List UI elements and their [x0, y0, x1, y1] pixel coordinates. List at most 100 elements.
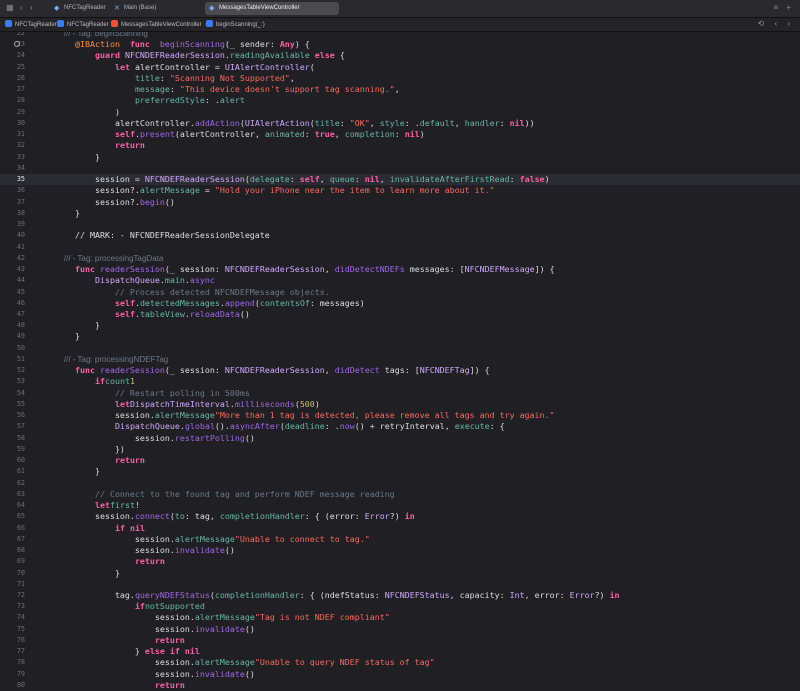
- code-line[interactable]: 42 /// - Tag: processingTagData: [0, 253, 800, 264]
- tab-messagestableviewcontroller[interactable]: ◆ MessagesTableViewController: [205, 2, 339, 15]
- sidebar-toggle-icon[interactable]: ▦: [6, 3, 14, 12]
- back-chevron-icon[interactable]: ‹: [20, 3, 23, 12]
- tab-main-base-[interactable]: ✕ Main (Base): [110, 2, 216, 15]
- code-line[interactable]: 53 ifcount1: [0, 376, 800, 387]
- line-number: 65: [16, 512, 25, 521]
- code-line[interactable]: 34: [0, 163, 800, 174]
- code-line[interactable]: 44 DispatchQueue.main.async: [0, 275, 800, 286]
- line-number: 67: [16, 534, 25, 543]
- code-line[interactable]: 65 session.connect(to: tag, completionHa…: [0, 511, 800, 522]
- code-line[interactable]: 27 message: "This device doesn't support…: [0, 84, 800, 95]
- line-number: 44: [16, 276, 25, 285]
- code-line[interactable]: 73 ifnotSupported: [0, 601, 800, 612]
- code-line[interactable]: 31 self.present(alertController, animate…: [0, 129, 800, 140]
- code-line[interactable]: 43 func readerSession(_ session: NFCNDEF…: [0, 264, 800, 275]
- code-line[interactable]: 74 session.alertMessage"Tag is not NDEF …: [0, 612, 800, 623]
- code-line[interactable]: 45 // Process detected NFCNDEFMessage ob…: [0, 287, 800, 298]
- code-line[interactable]: 79 session.invalidate(): [0, 669, 800, 680]
- code-line[interactable]: 75 session.invalidate(): [0, 624, 800, 635]
- code-text: letDispatchTimeInterval.milliseconds(500…: [114, 398, 320, 409]
- code-text: ): [55, 106, 120, 117]
- line-number: 24: [16, 51, 25, 60]
- code-text: }: [55, 331, 80, 342]
- project-icon: [5, 20, 12, 27]
- code-line[interactable]: 76 return: [0, 635, 800, 646]
- jump-bar-controls[interactable]: ⟲ ‹ ›: [758, 19, 794, 28]
- line-number: 57: [16, 422, 25, 431]
- code-line[interactable]: 33 }: [0, 152, 800, 163]
- code-line[interactable]: 55 letDispatchTimeInterval.milliseconds(…: [0, 399, 800, 410]
- code-line[interactable]: 64 letfirst!: [0, 500, 800, 511]
- breadcrumb-item[interactable]: NFCTagReader›: [57, 20, 114, 28]
- code-line[interactable]: 41: [0, 242, 800, 253]
- code-line[interactable]: 57 DispatchQueue.global().asyncAfter(dea…: [0, 421, 800, 432]
- code-line[interactable]: 40 // MARK: - NFCNDEFReaderSessionDelega…: [0, 230, 800, 241]
- code-line[interactable]: 38 }: [0, 208, 800, 219]
- code-line[interactable]: 35 session = NFCNDEFReaderSession(delega…: [0, 174, 800, 186]
- code-line[interactable]: 62: [0, 478, 800, 489]
- code-line[interactable]: 66 if nil: [0, 523, 800, 534]
- code-line[interactable]: 77 } else if nil: [0, 646, 800, 657]
- code-text: return: [154, 679, 185, 690]
- code-line[interactable]: 28 preferredStyle: .alert: [0, 95, 800, 106]
- code-line[interactable]: 63 // Connect to the found tag and perfo…: [0, 489, 800, 500]
- code-line[interactable]: 47 self.tableView.reloadData(): [0, 309, 800, 320]
- line-number: 79: [16, 669, 25, 678]
- code-line[interactable]: 52 func readerSession(_ session: NFCNDEF…: [0, 365, 800, 376]
- breadcrumb-item[interactable]: NFCTagReader›: [5, 20, 62, 28]
- breadcrumb-label: NFCTagReader: [15, 22, 57, 28]
- code-line[interactable]: 39: [0, 219, 800, 230]
- xib-icon: ✕: [114, 5, 120, 12]
- line-number: 38: [16, 208, 25, 217]
- code-text: return: [114, 140, 145, 151]
- line-number: 54: [16, 388, 25, 397]
- code-text: session.alertMessage"Tag is not NDEF com…: [55, 612, 390, 623]
- code-line[interactable]: 61 }: [0, 466, 800, 477]
- code-line[interactable]: 51 /// - Tag: processingNDEFTag: [0, 354, 800, 365]
- code-line[interactable]: 36 session?.alertMessage = "Hold your iP…: [0, 185, 800, 196]
- code-text: session.connect(to: tag, completionHandl…: [55, 511, 415, 522]
- code-line[interactable]: 54 // Restart polling in 500ms: [0, 388, 800, 399]
- code-line[interactable]: 68 session.invalidate(): [0, 545, 800, 556]
- code-line[interactable]: 37 session?.begin(): [0, 197, 800, 208]
- line-number: 50: [16, 343, 25, 352]
- code-line[interactable]: 56 session.alertMessage"More than 1 tag …: [0, 410, 800, 421]
- code-line[interactable]: 50: [0, 343, 800, 354]
- code-text: return: [154, 634, 185, 645]
- code-line[interactable]: 48 }: [0, 320, 800, 331]
- code-text: ifnotSupported: [134, 601, 205, 612]
- breadcrumb-item[interactable]: beginScanning(_:): [206, 20, 265, 28]
- line-number: 45: [16, 287, 25, 296]
- line-number: 66: [16, 523, 25, 532]
- code-line[interactable]: 29 ): [0, 107, 800, 118]
- code-editor[interactable]: 22 /// - Tag: beginScanning 23 @IBAction …: [0, 32, 800, 691]
- editor-options-icon[interactable]: ≡ +: [773, 3, 794, 12]
- code-line[interactable]: 70 }: [0, 568, 800, 579]
- code-line[interactable]: 71: [0, 579, 800, 590]
- code-line[interactable]: 69 return: [0, 556, 800, 567]
- code-line[interactable]: 30 alertController.addAction(UIAlertActi…: [0, 118, 800, 129]
- code-line[interactable]: 22 /// - Tag: beginScanning: [0, 32, 800, 39]
- code-line[interactable]: 80 return: [0, 680, 800, 691]
- code-line[interactable]: 32 return: [0, 140, 800, 151]
- code-text: /// - Tag: processingNDEFTag: [55, 354, 169, 364]
- code-line[interactable]: 59 }): [0, 444, 800, 455]
- code-line[interactable]: 67 session.alertMessage"Unable to connec…: [0, 534, 800, 545]
- forward-chevron-icon[interactable]: ›: [30, 3, 33, 12]
- line-number: 68: [16, 546, 25, 555]
- code-line[interactable]: 46 self.detectedMessages.append(contents…: [0, 298, 800, 309]
- code-line[interactable]: 78 session.alertMessage"Unable to query …: [0, 657, 800, 668]
- code-line[interactable]: 26 title: "Scanning Not Supported",: [0, 73, 800, 84]
- code-text: func readerSession(_ session: NFCNDEFRea…: [74, 365, 490, 376]
- code-line[interactable]: 60 return: [0, 455, 800, 466]
- code-line[interactable]: 25 let alertController = UIAlertControll…: [0, 62, 800, 73]
- code-line[interactable]: 24 guard NFCNDEFReaderSession.readingAva…: [0, 50, 800, 61]
- breadcrumb-item[interactable]: MessagesTableViewController›: [111, 20, 207, 28]
- code-line[interactable]: 72 tag.queryNDEFStatus(completionHandler…: [0, 590, 800, 601]
- code-text: /// - Tag: beginScanning: [55, 32, 148, 38]
- code-text: // Process detected NFCNDEFMessage objec…: [55, 286, 330, 297]
- code-line[interactable]: 49 }: [0, 331, 800, 342]
- code-line[interactable]: 58 session.restartPolling(): [0, 433, 800, 444]
- code-line[interactable]: 23 @IBAction func beginScanning(_ sender…: [0, 39, 800, 50]
- code-text: self.present(alertController, animated: …: [114, 129, 425, 140]
